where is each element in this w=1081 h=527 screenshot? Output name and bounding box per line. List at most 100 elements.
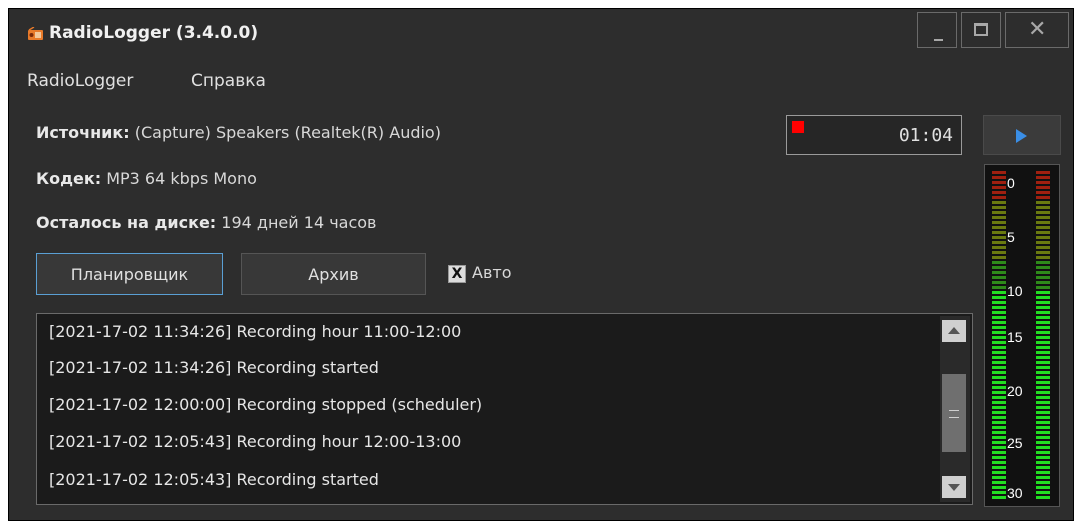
scheduler-button[interactable]: Планировщик bbox=[36, 253, 223, 295]
vu-segment bbox=[992, 186, 1006, 189]
archive-button[interactable]: Архив bbox=[241, 253, 426, 295]
vu-segment bbox=[1036, 361, 1050, 364]
disk-row: Осталось на диске: 194 дней 14 часов bbox=[36, 213, 376, 232]
disk-label: Осталось на диске: bbox=[36, 213, 217, 232]
vu-segment bbox=[1036, 301, 1050, 304]
close-button[interactable]: ✕ bbox=[1005, 12, 1069, 48]
vu-segment bbox=[992, 456, 1006, 459]
log-scrollbar[interactable] bbox=[940, 316, 970, 502]
vu-segment bbox=[992, 376, 1006, 379]
vu-segment bbox=[1036, 461, 1050, 464]
menu-help[interactable]: Справка bbox=[191, 71, 266, 91]
vu-scale-label: 0 bbox=[1007, 175, 1015, 191]
vu-segment bbox=[992, 261, 1006, 264]
vu-segment bbox=[1036, 431, 1050, 434]
vu-segment bbox=[992, 206, 1006, 209]
vu-segment bbox=[992, 171, 1006, 174]
vu-segment bbox=[992, 461, 1006, 464]
vu-segment bbox=[992, 451, 1006, 454]
minimize-button[interactable] bbox=[917, 12, 957, 48]
vu-scale-label: 5 bbox=[1007, 229, 1015, 245]
auto-label[interactable]: Авто bbox=[472, 263, 511, 282]
vu-segment bbox=[992, 466, 1006, 469]
vu-segment bbox=[992, 346, 1006, 349]
vu-segment bbox=[1036, 306, 1050, 309]
log-line: [2021-17-02 12:05:43] Recording hour 12:… bbox=[49, 432, 462, 451]
vu-segment bbox=[992, 361, 1006, 364]
vu-segment bbox=[992, 176, 1006, 179]
vu-segment bbox=[1036, 286, 1050, 289]
vu-segment bbox=[1036, 296, 1050, 299]
title-bar[interactable]: RadioLogger (3.4.0.0) ✕ bbox=[9, 9, 1073, 57]
vu-segment bbox=[992, 296, 1006, 299]
vu-segment bbox=[1036, 211, 1050, 214]
log-line: [2021-17-02 11:34:26] Recording started bbox=[49, 358, 379, 377]
vu-segment bbox=[992, 301, 1006, 304]
vu-segment bbox=[1036, 171, 1050, 174]
vu-segment bbox=[1036, 276, 1050, 279]
vu-segment bbox=[992, 266, 1006, 269]
vu-segment bbox=[1036, 241, 1050, 244]
vu-segment bbox=[992, 341, 1006, 344]
auto-checkbox[interactable]: X bbox=[448, 265, 466, 283]
vu-segment bbox=[1036, 346, 1050, 349]
vu-segment bbox=[992, 241, 1006, 244]
play-icon bbox=[1016, 129, 1027, 143]
vu-scale-label: 20 bbox=[1007, 383, 1023, 399]
vu-segment bbox=[1036, 401, 1050, 404]
vu-segment bbox=[992, 291, 1006, 294]
vu-segment bbox=[1036, 176, 1050, 179]
vu-segment bbox=[992, 181, 1006, 184]
log-line: [2021-17-02 12:00:00] Recording stopped … bbox=[49, 395, 483, 414]
log-list[interactable]: [2021-17-02 11:34:26] Recording hour 11:… bbox=[36, 313, 973, 505]
vu-segment bbox=[1036, 421, 1050, 424]
vu-segment bbox=[1036, 451, 1050, 454]
vu-segment bbox=[1036, 316, 1050, 319]
menu-radiologger[interactable]: RadioLogger bbox=[27, 71, 133, 91]
scroll-up-button[interactable] bbox=[942, 320, 966, 342]
vu-segment bbox=[1036, 311, 1050, 314]
vu-segment bbox=[992, 256, 1006, 259]
vu-segment bbox=[1036, 271, 1050, 274]
vu-segment bbox=[992, 196, 1006, 199]
vu-segment bbox=[992, 366, 1006, 369]
vu-bar-right bbox=[1036, 171, 1050, 501]
source-label: Источник: bbox=[36, 123, 130, 142]
vu-segment bbox=[1036, 351, 1050, 354]
timer-text: 01:04 bbox=[898, 125, 953, 146]
vu-segment bbox=[1036, 406, 1050, 409]
play-button[interactable] bbox=[983, 115, 1061, 155]
vu-bar-left bbox=[992, 171, 1006, 501]
vu-segment bbox=[1036, 281, 1050, 284]
vu-segment bbox=[1036, 366, 1050, 369]
vu-segment bbox=[992, 311, 1006, 314]
vu-segment bbox=[1036, 426, 1050, 429]
vu-segment bbox=[1036, 471, 1050, 474]
vu-segment bbox=[1036, 206, 1050, 209]
vu-segment bbox=[992, 476, 1006, 479]
vu-segment bbox=[1036, 181, 1050, 184]
vu-segment bbox=[1036, 381, 1050, 384]
vu-segment bbox=[1036, 191, 1050, 194]
vu-segment bbox=[992, 221, 1006, 224]
vu-segment bbox=[992, 306, 1006, 309]
vu-segment bbox=[992, 281, 1006, 284]
vu-segment bbox=[1036, 491, 1050, 494]
vu-segment bbox=[992, 351, 1006, 354]
minimize-icon bbox=[934, 39, 943, 41]
scroll-thumb[interactable] bbox=[942, 374, 966, 452]
vu-segment bbox=[1036, 486, 1050, 489]
maximize-button[interactable] bbox=[961, 12, 1001, 48]
chevron-up-icon bbox=[948, 327, 960, 334]
vu-segment bbox=[1036, 481, 1050, 484]
source-row: Источник: (Capture) Speakers (Realtek(R)… bbox=[36, 123, 441, 142]
vu-segment bbox=[1036, 291, 1050, 294]
close-icon: ✕ bbox=[1028, 17, 1047, 42]
scroll-down-button[interactable] bbox=[942, 476, 966, 498]
vu-segment bbox=[1036, 221, 1050, 224]
vu-segment bbox=[1036, 441, 1050, 444]
vu-segment bbox=[1036, 416, 1050, 419]
vu-segment bbox=[1036, 251, 1050, 254]
vu-segment bbox=[992, 426, 1006, 429]
vu-segment bbox=[992, 201, 1006, 204]
